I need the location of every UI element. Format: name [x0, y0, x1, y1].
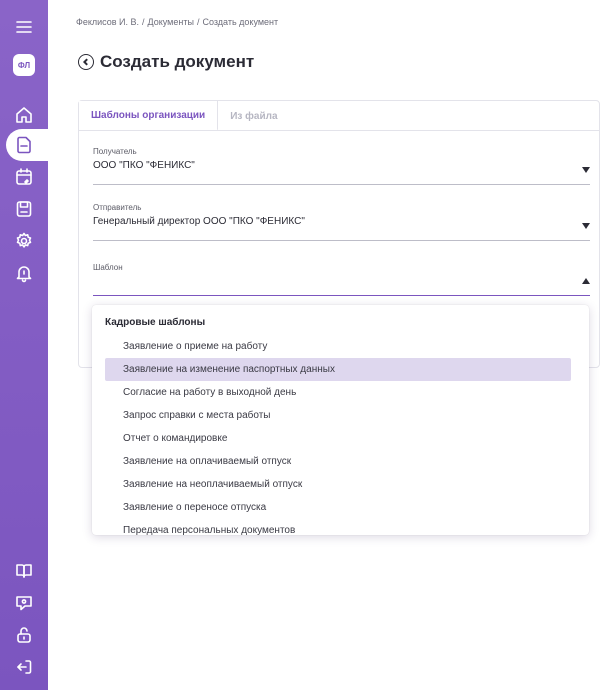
template-select[interactable]: Шаблон	[93, 263, 590, 299]
breadcrumb: Феклисов И. В. / Документы / Создать докумен…	[76, 17, 278, 27]
menu-icon[interactable]	[0, 12, 48, 42]
page-title: Создать документ	[100, 52, 255, 71]
gear-icon[interactable]	[0, 226, 48, 256]
chevron-down-icon[interactable]	[582, 223, 590, 229]
field-underline	[93, 240, 590, 241]
recipient-label: Получатель	[93, 147, 137, 156]
calendar-icon[interactable]	[0, 162, 48, 192]
dropdown-list[interactable]: Заявление о приеме на работу Заявление н…	[105, 335, 571, 535]
field-underline	[93, 184, 590, 185]
tabs: Шаблоны организации Из файла	[79, 101, 290, 131]
page-header: Создать документ	[78, 52, 254, 72]
breadcrumb-separator: /	[196, 17, 200, 27]
list-item[interactable]: Заявление о переносе отпуска	[105, 496, 571, 519]
back-icon[interactable]	[78, 54, 94, 70]
sender-value: Генеральный директор ООО "ПКО "ФЕНИКС"	[93, 216, 305, 227]
avatar-button[interactable]: ФЛ	[0, 50, 48, 80]
avatar: ФЛ	[13, 54, 35, 76]
sender-select[interactable]: Отправитель Генеральный директор ООО "ПК…	[93, 203, 590, 241]
home-icon[interactable]	[0, 100, 48, 130]
dropdown-group-label: Кадровые шаблоны	[105, 317, 206, 328]
breadcrumb-separator: /	[142, 17, 145, 27]
save-icon[interactable]	[0, 194, 48, 224]
sender-label: Отправитель	[93, 203, 142, 212]
chevron-down-icon[interactable]	[582, 167, 590, 173]
recipient-value: ООО "ПКО "ФЕНИКС"	[93, 160, 195, 171]
recipient-select[interactable]: Получатель ООО "ПКО "ФЕНИКС"	[93, 147, 590, 185]
list-item-selected[interactable]: Заявление на изменение паспортных данных	[105, 358, 571, 381]
list-item[interactable]: Согласие на работу в выходной день	[105, 381, 571, 404]
template-label: Шаблон	[93, 263, 123, 272]
breadcrumb-documents[interactable]: Документы	[148, 17, 194, 27]
breadcrumb-current: Создать документ	[202, 17, 279, 27]
document-icon[interactable]	[0, 130, 48, 160]
tab-organization-templates[interactable]: Шаблоны организации	[79, 101, 219, 131]
list-item[interactable]: Заявление на неоплачиваемый отпуск	[105, 473, 571, 496]
list-item[interactable]: Заявление на оплачиваемый отпуск	[105, 450, 571, 473]
list-item[interactable]: Запрос справки с места работы	[105, 404, 571, 427]
list-item[interactable]: Передача персональных документов	[105, 519, 571, 535]
chevron-up-icon[interactable]	[582, 278, 590, 284]
list-item[interactable]: Заявление о приеме на работу	[105, 335, 571, 358]
sidebar: ФЛ	[0, 0, 50, 690]
chat-icon[interactable]	[0, 588, 48, 618]
field-underline-active	[93, 295, 590, 296]
lock-icon[interactable]	[0, 620, 48, 650]
logout-icon[interactable]	[0, 652, 48, 682]
tabs-divider	[79, 130, 599, 131]
template-dropdown: Кадровые шаблоны Заявление о приеме на р…	[92, 305, 589, 535]
tab-from-file[interactable]: Из файла	[218, 101, 289, 131]
book-icon[interactable]	[0, 556, 48, 586]
list-item[interactable]: Отчет о командировке	[105, 427, 571, 450]
bell-icon[interactable]	[0, 258, 48, 288]
breadcrumb-user[interactable]: Феклисов И. В.	[76, 17, 139, 27]
